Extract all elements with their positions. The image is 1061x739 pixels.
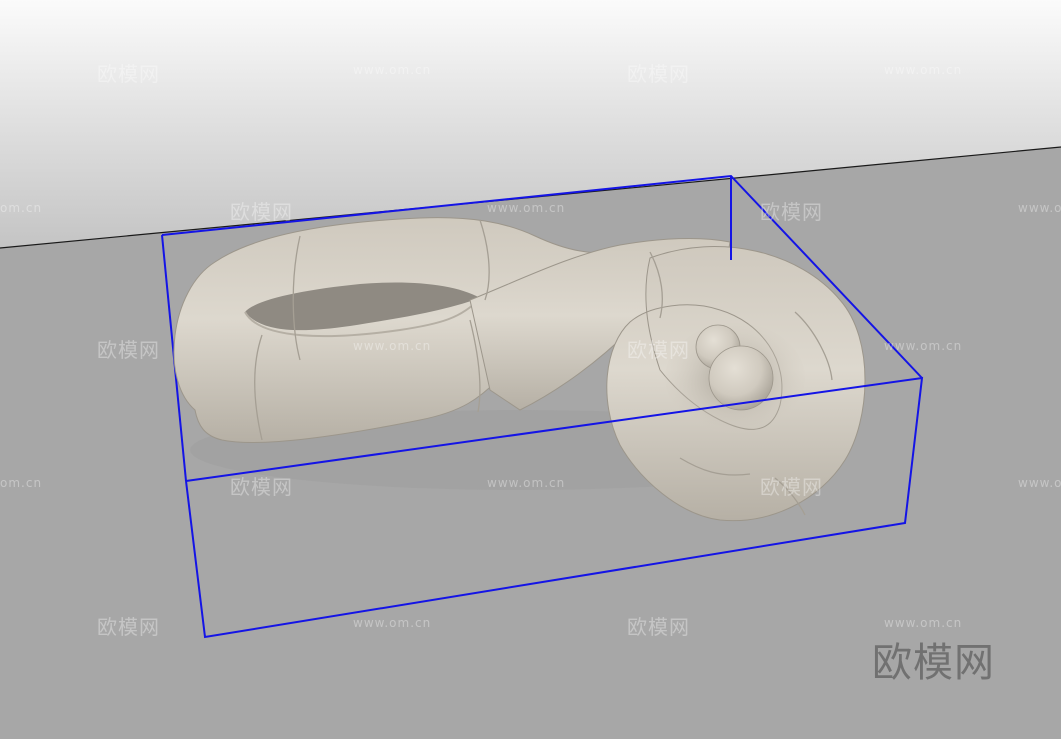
- sofa-model[interactable]: [173, 217, 866, 522]
- 3d-viewport[interactable]: 欧模网 www.om.cn 欧模网 www.om.cn om.cn 欧模网 ww…: [0, 0, 1061, 739]
- brand-logo-watermark: 欧模网: [872, 640, 995, 686]
- scene-render[interactable]: [0, 0, 1061, 739]
